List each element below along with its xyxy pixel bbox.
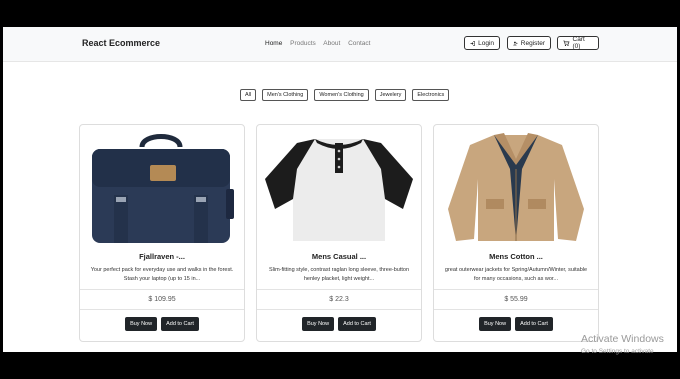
- watermark-title: Activate Windows: [581, 333, 664, 345]
- navbar: React Ecommerce Home Products About Cont…: [3, 27, 677, 62]
- nav-link-products[interactable]: Products: [290, 40, 316, 47]
- nav-link-home[interactable]: Home: [265, 40, 282, 47]
- add-to-cart-button[interactable]: Add to Cart: [515, 317, 553, 331]
- register-label: Register: [520, 39, 545, 47]
- category-filters: All Men's Clothing Women's Clothing Jewe…: [240, 89, 450, 101]
- product-card: Mens Casual ... Slim-fitting style, cont…: [256, 124, 422, 342]
- browser-viewport: React Ecommerce Home Products About Cont…: [3, 27, 677, 352]
- cart-button[interactable]: Cart (0): [557, 36, 599, 50]
- buy-now-button[interactable]: Buy Now: [125, 317, 158, 331]
- nav-links: Home Products About Contact: [265, 40, 376, 47]
- filter-jewelery[interactable]: Jewelery: [374, 89, 407, 101]
- login-label: Login: [478, 39, 494, 47]
- product-price: $ 22.3: [329, 296, 349, 303]
- activation-watermark: Activate Windows Go to Settings to activ…: [581, 333, 664, 355]
- product-price: $ 55.99: [504, 296, 528, 303]
- buy-now-button[interactable]: Buy Now: [479, 317, 512, 331]
- filter-all[interactable]: All: [240, 89, 257, 101]
- divider: [80, 309, 244, 310]
- user-plus-icon: [513, 41, 518, 45]
- product-title: Mens Casual ...: [311, 252, 367, 261]
- buy-now-button[interactable]: Buy Now: [302, 317, 335, 331]
- nav-link-about[interactable]: About: [323, 40, 340, 47]
- card-actions: Buy Now Add to Cart: [434, 317, 598, 331]
- card-actions: Buy Now Add to Cart: [257, 317, 421, 331]
- brand-logo[interactable]: React Ecommerce: [82, 38, 160, 48]
- jacket-image: [448, 133, 584, 241]
- divider: [434, 289, 598, 290]
- sign-in-icon: [470, 40, 475, 46]
- product-card: Mens Cotton ... great outerwear jackets …: [433, 124, 599, 342]
- cart-icon: [563, 40, 570, 46]
- product-title: Fjallraven -...: [139, 252, 185, 261]
- divider: [257, 289, 421, 290]
- product-description: great outerwear jackets for Spring/Autum…: [444, 267, 588, 282]
- product-description: Your perfect pack for everyday use and w…: [90, 267, 234, 282]
- raglan-shirt-image: [265, 139, 413, 241]
- product-title: Mens Cotton ...: [489, 252, 543, 261]
- register-button[interactable]: Register: [507, 36, 551, 50]
- cart-label: Cart (0): [572, 36, 585, 50]
- filter-mens-clothing[interactable]: Men's Clothing: [262, 89, 309, 101]
- watermark-subtitle: Go to Settings to activate: [581, 348, 654, 355]
- product-card: Fjallraven -... Your perfect pack for ev…: [79, 124, 245, 342]
- filter-womens-clothing[interactable]: Women's Clothing: [314, 89, 369, 101]
- login-button[interactable]: Login: [464, 36, 500, 50]
- card-actions: Buy Now Add to Cart: [80, 317, 244, 331]
- divider: [257, 309, 421, 310]
- filter-electronics[interactable]: Electronics: [412, 89, 450, 101]
- divider: [434, 309, 598, 310]
- nav-link-contact[interactable]: Contact: [348, 40, 370, 47]
- divider: [80, 289, 244, 290]
- backpack-image: [92, 134, 234, 243]
- add-to-cart-button[interactable]: Add to Cart: [338, 317, 376, 331]
- product-description: Slim-fitting style, contrast raglan long…: [268, 267, 409, 282]
- add-to-cart-button[interactable]: Add to Cart: [161, 317, 199, 331]
- product-price: $ 109.95: [148, 296, 176, 303]
